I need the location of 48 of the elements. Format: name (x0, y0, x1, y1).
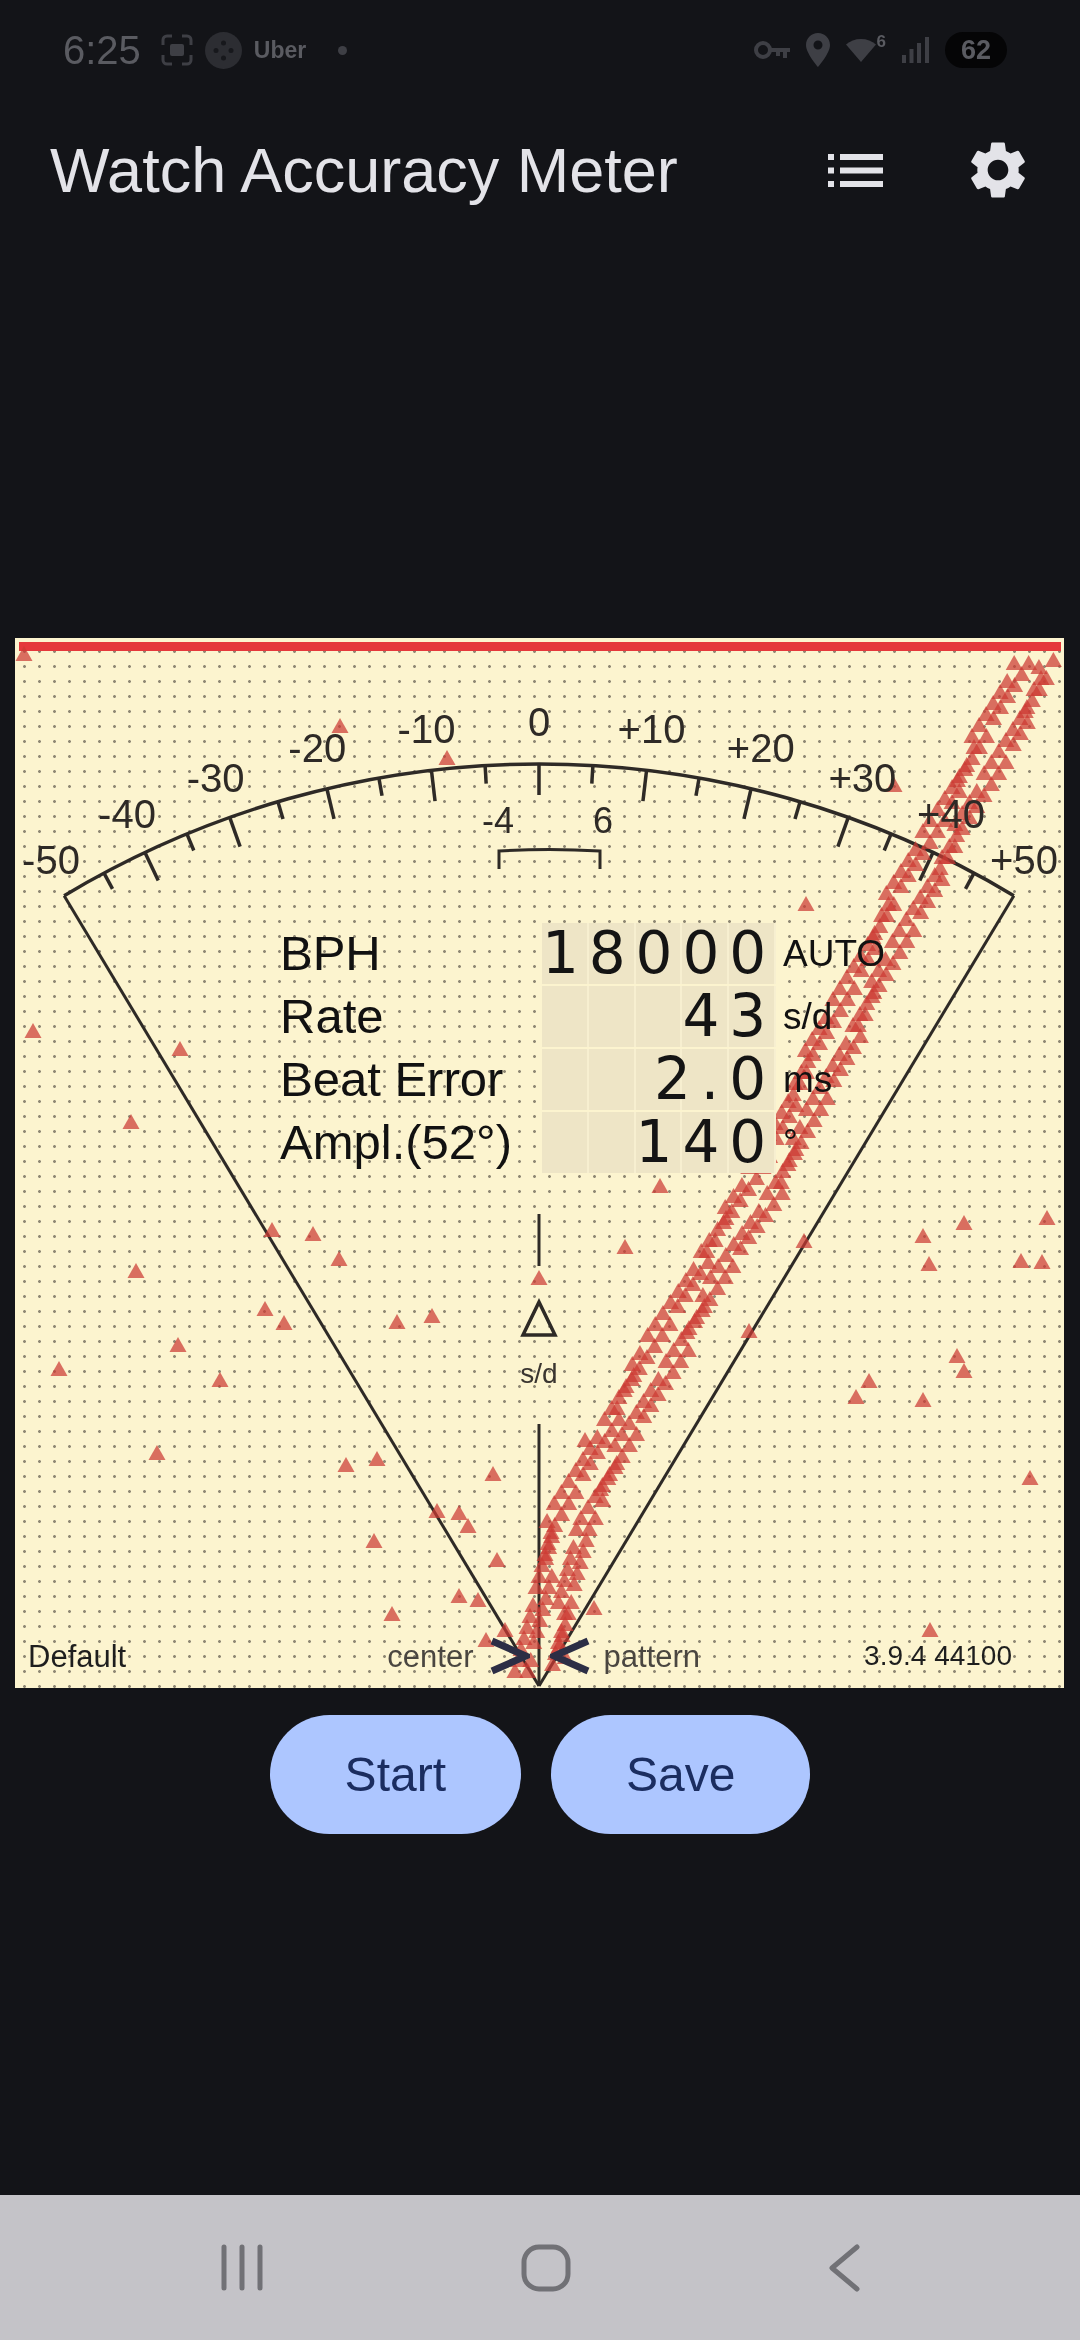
scale-label: -50 (22, 837, 80, 882)
scale-label: -30 (186, 755, 245, 800)
scale-label: +50 (990, 837, 1058, 882)
scale-label: +10 (617, 706, 686, 751)
status-time: 6:25 (63, 30, 141, 70)
readout-value: 18000 (542, 923, 776, 984)
wifi-icon (845, 38, 876, 62)
scale-label: +30 (828, 755, 897, 800)
scale-label: -20 (288, 725, 347, 770)
readout-label: Beat Error (280, 1051, 504, 1108)
readout-value: 140 (542, 1112, 776, 1173)
scale-label: -40 (98, 792, 156, 837)
left-chevron-icon (549, 1637, 591, 1675)
notification-dot-icon (338, 45, 348, 55)
right-chevron-icon (488, 1637, 530, 1675)
battery-indicator: 62 (945, 32, 1007, 68)
screenshot-icon (160, 34, 193, 66)
readout-value: 43 (542, 986, 776, 1047)
app-notification-icon (204, 31, 242, 69)
action-button[interactable]: Start (269, 1715, 521, 1834)
wifi-generation-text: 6 (876, 33, 886, 50)
key-icon (753, 40, 790, 60)
scale-label: 0 (527, 700, 551, 744)
readout-label: BPH (280, 925, 381, 982)
home-icon[interactable] (520, 2243, 571, 2292)
scale-label: -10 (397, 706, 456, 751)
profile-label: Default (28, 1640, 127, 1672)
readout-value: 2.0 (542, 1049, 776, 1110)
signal-icon (902, 37, 929, 63)
readout-label: Rate (280, 988, 384, 1045)
list-icon[interactable] (828, 153, 883, 187)
tolerance-label: -4 (482, 799, 514, 841)
scale-label: +20 (726, 725, 795, 770)
readout-label: Ampl.(52°) (280, 1114, 512, 1171)
pattern-hint: pattern (603, 1640, 700, 1672)
version-label: 3.9.4 44100 (864, 1642, 1012, 1670)
notification-text: Uber (253, 38, 307, 62)
unit-label: s/d (520, 1357, 558, 1389)
back-icon[interactable] (828, 2243, 860, 2292)
action-button[interactable]: Save (551, 1715, 811, 1834)
location-icon (805, 33, 830, 67)
tolerance-label: 6 (593, 799, 613, 841)
recent-apps-icon[interactable] (220, 2244, 263, 2291)
triangle-icon (520, 1298, 558, 1337)
center-line (537, 1214, 541, 1266)
center-hint: center (387, 1640, 474, 1672)
readout-unit: s/d (783, 998, 833, 1035)
settings-icon[interactable] (971, 141, 1025, 199)
